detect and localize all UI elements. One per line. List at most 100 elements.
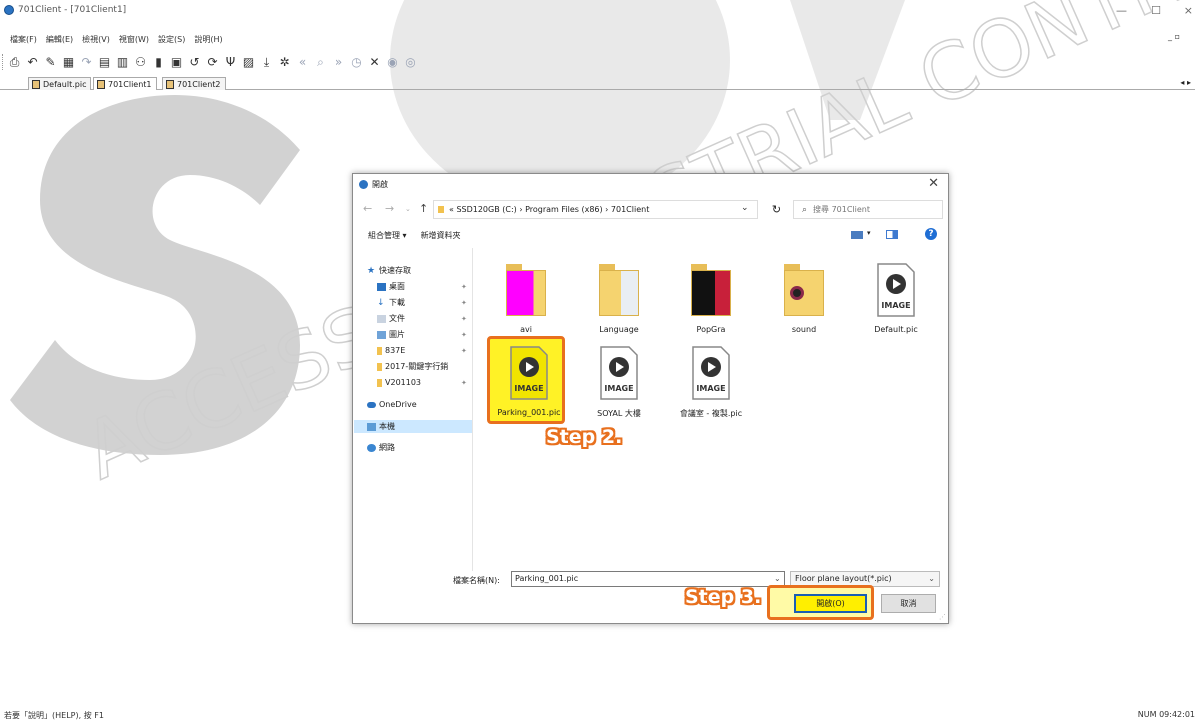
close-button[interactable]: × <box>1184 4 1193 17</box>
play-icon[interactable]: ◉ <box>385 55 400 70</box>
network-icon <box>367 443 376 452</box>
nav-pictures[interactable]: 圖片 ✦ <box>377 328 467 341</box>
menu-view[interactable]: 檢視(V) <box>82 34 110 45</box>
help-icon[interactable]: ? <box>925 228 937 240</box>
recent-dropdown-icon[interactable]: ⌄ <box>405 205 411 213</box>
open-button[interactable]: 開啟(O) <box>794 594 867 613</box>
up-arrow-icon[interactable]: ↑ <box>419 202 428 215</box>
nav-folder-837e[interactable]: 837E ✦ <box>377 344 467 357</box>
nav-label: V201103 <box>385 378 422 387</box>
file-item-avi[interactable]: avi <box>487 256 565 344</box>
organize-button[interactable]: 組合管理 ▾ <box>368 230 407 241</box>
toolbar: ⎙ ↶ ✎ ▦ ↷ ▤ ▥ ⚇ ▮ ▣ ↺ ⟳ Ψ ▨ ⤓ ✲ « ⌕ » ◷ … <box>0 52 1195 72</box>
filename-field[interactable]: Parking_001.pic <box>511 571 785 587</box>
menu-edit[interactable]: 編輯(E) <box>46 34 73 45</box>
stop-icon[interactable]: ◎ <box>403 55 418 70</box>
toolbar-grip[interactable] <box>2 54 5 70</box>
file-item-language[interactable]: Language <box>580 256 658 344</box>
documents-icon <box>377 314 386 323</box>
cancel-button[interactable]: 取消 <box>881 594 936 613</box>
nav-folder-2017[interactable]: 2017-關鍵字行銷 <box>377 360 448 373</box>
filename-dropdown-icon[interactable]: ⌄ <box>774 574 781 583</box>
calendar-icon[interactable]: ▦ <box>61 55 76 70</box>
nav-label: OneDrive <box>379 400 417 409</box>
menu-help[interactable]: 說明(H) <box>194 34 222 45</box>
fast-forward-icon[interactable]: » <box>331 55 346 70</box>
file-item-parking-001-pic[interactable]: IMAGE Parking_001.pic <box>487 336 565 424</box>
nav-label: 2017-關鍵字行銷 <box>385 362 449 371</box>
nav-desktop[interactable]: 桌面 ✦ <box>377 280 467 293</box>
menu-file[interactable]: 檔案(F) <box>10 34 37 45</box>
computer-icon <box>367 422 376 431</box>
redo-icon[interactable]: ↷ <box>79 55 94 70</box>
book-icon[interactable]: ▮ <box>151 55 166 70</box>
maximize-button[interactable]: ☐ <box>1151 4 1161 17</box>
step-3-callout: Step 3. <box>685 586 762 608</box>
dialog-close-button[interactable]: ✕ <box>928 176 939 191</box>
back-arrow-icon[interactable]: ← <box>363 202 372 215</box>
svg-text:IMAGE: IMAGE <box>514 384 543 393</box>
nav-quick-access[interactable]: ★ 快速存取 <box>367 264 411 277</box>
file-type-value: Floor plane layout(*.pic) <box>795 574 892 583</box>
image-icon[interactable]: ▨ <box>241 55 256 70</box>
nav-folder-v201103[interactable]: V201103 ✦ <box>377 376 467 389</box>
folder-icon <box>691 262 731 318</box>
clock-icon[interactable]: ◷ <box>349 55 364 70</box>
app-title-bar: 701Client - [701Client1] — ☐ × <box>0 0 1195 20</box>
history-icon[interactable]: ↺ <box>187 55 202 70</box>
nav-label: 圖片 <box>389 330 405 339</box>
menu-settings[interactable]: 設定(S) <box>158 34 185 45</box>
printer-icon[interactable]: ⎙ <box>7 55 22 70</box>
file-item-meeting-room-copy-pic[interactable]: IMAGE 會議室 - 複製.pic <box>672 339 750 427</box>
file-item-sound[interactable]: sound <box>765 256 843 344</box>
document-icon <box>166 79 174 89</box>
document-icon <box>97 79 105 89</box>
file-item-soyal-building[interactable]: IMAGE SOYAL 大樓 <box>580 339 658 427</box>
edit-icon[interactable]: ✎ <box>43 55 58 70</box>
nav-documents[interactable]: 文件 ✦ <box>377 312 467 325</box>
report-icon[interactable]: ▣ <box>169 55 184 70</box>
download-arrow-icon: ↓ <box>377 297 385 308</box>
pin-icon[interactable]: ✕ <box>367 55 382 70</box>
pin-icon: ✦ <box>461 282 467 291</box>
view-dropdown-icon[interactable]: ▾ <box>867 229 871 237</box>
search-icon: ⌕ <box>802 204 808 215</box>
tab-701client1[interactable]: 701Client1 <box>93 77 157 90</box>
bar-chart-icon[interactable]: ▥ <box>115 55 130 70</box>
new-folder-button[interactable]: 新增資料夾 <box>421 230 461 241</box>
rewind-icon[interactable]: « <box>295 55 310 70</box>
undo-icon[interactable]: ↶ <box>25 55 40 70</box>
tab-701client2[interactable]: 701Client2 <box>162 77 226 90</box>
refresh-button[interactable]: ↻ <box>767 200 786 219</box>
users-icon[interactable]: ⚇ <box>133 55 148 70</box>
menu-window[interactable]: 視窗(W) <box>119 34 149 45</box>
dialog-title: 開啟 <box>372 180 388 189</box>
nav-this-pc[interactable]: 本機 <box>354 420 472 433</box>
address-dropdown-icon[interactable]: ⌄ <box>741 203 749 213</box>
refresh-icon[interactable]: ⟳ <box>205 55 220 70</box>
settings-icon[interactable]: ✲ <box>277 55 292 70</box>
download-icon[interactable]: ⤓ <box>259 55 274 70</box>
navigation-row: ← → ⌄ ↑ « SSD120GB (C:) › Program Files … <box>353 198 950 220</box>
pin-icon: ✦ <box>461 378 467 387</box>
tab-default-pic[interactable]: Default.pic <box>28 77 92 90</box>
minimize-button[interactable]: — <box>1116 4 1127 17</box>
antenna-icon[interactable]: Ψ <box>223 55 238 70</box>
view-options-icon[interactable] <box>851 231 863 239</box>
search-box[interactable]: ⌕ 搜尋 701Client <box>793 200 943 219</box>
resize-grip-icon[interactable]: ⋰ <box>939 613 946 621</box>
file-item-popgra[interactable]: PopGra <box>672 256 750 344</box>
address-bar[interactable]: « SSD120GB (C:) › Program Files (x86) › … <box>433 200 758 219</box>
mdi-window-controls[interactable]: _ ▫ <box>1168 32 1180 41</box>
nav-network[interactable]: 網路 <box>367 441 395 454</box>
tab-label: 701Client2 <box>177 79 221 89</box>
zoom-icon[interactable]: ⌕ <box>313 55 328 70</box>
folder-icon <box>599 262 639 318</box>
nav-downloads[interactable]: ↓ 下載 ✦ <box>377 296 467 309</box>
grid-icon[interactable]: ▤ <box>97 55 112 70</box>
preview-pane-icon[interactable] <box>886 230 898 239</box>
file-item-default-pic[interactable]: IMAGE Default.pic <box>857 256 935 344</box>
tab-scroll-arrows[interactable]: ◂ ▸ <box>1180 78 1191 87</box>
forward-arrow-icon[interactable]: → <box>385 202 394 215</box>
nav-onedrive[interactable]: OneDrive <box>367 398 417 411</box>
